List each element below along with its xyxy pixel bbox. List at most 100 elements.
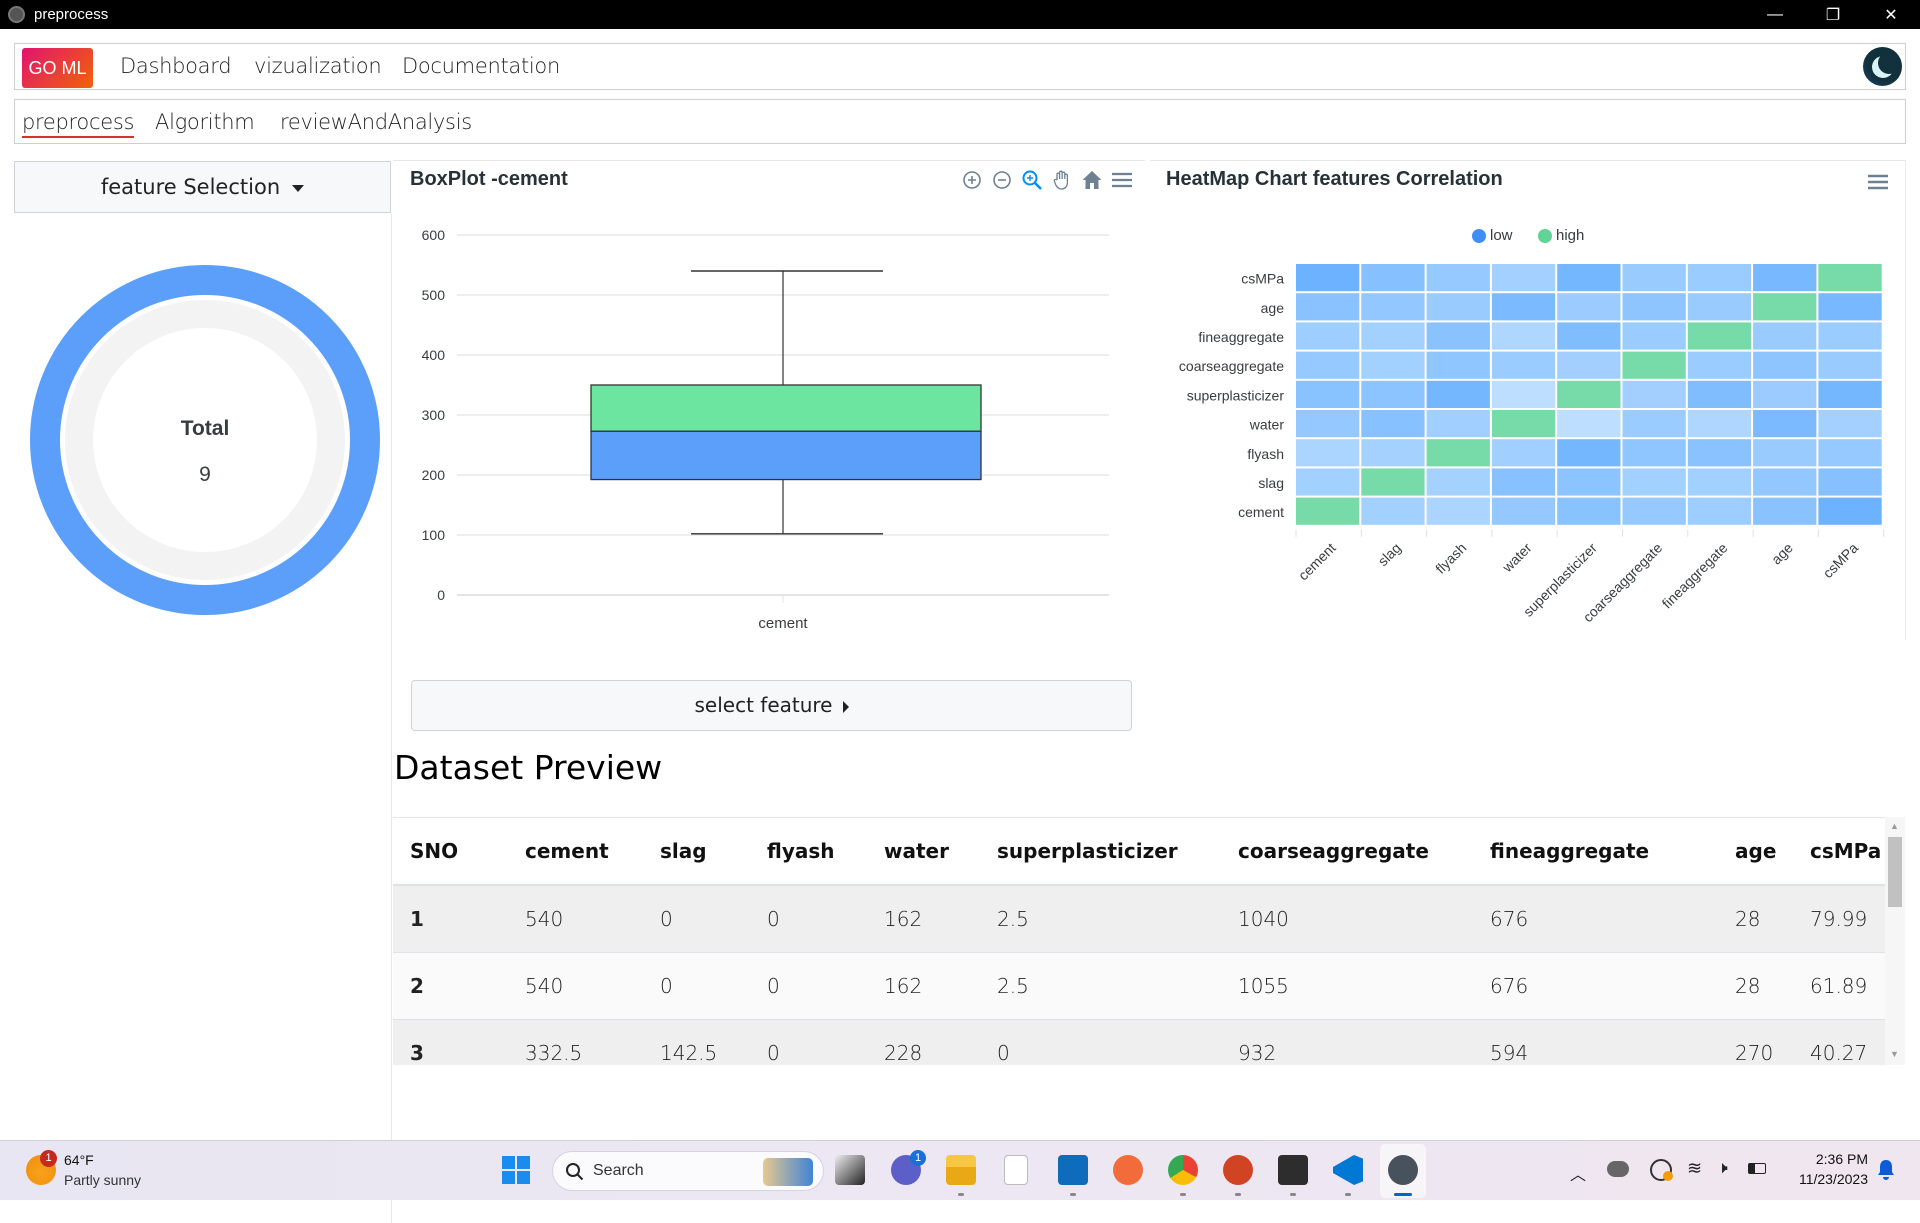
- file-explorer-icon[interactable]: [946, 1155, 976, 1185]
- heatmap-cell: [1687, 264, 1752, 292]
- table-row[interactable]: 2 540 0 0 162 2.5 1055 676 28 61.89: [393, 952, 1885, 1020]
- heatmap-cell: [1557, 351, 1621, 379]
- heatmap-cell: [1818, 264, 1882, 292]
- y-axis-label: coarseaggregate: [1179, 358, 1284, 374]
- search-icon: [566, 1163, 584, 1181]
- column-header-sno[interactable]: SNO: [393, 818, 508, 886]
- home-reset-icon[interactable]: [1080, 168, 1104, 192]
- theme-toggle-button[interactable]: [1863, 47, 1902, 86]
- heatmap-cell: [1426, 322, 1490, 350]
- column-header-slag[interactable]: slag: [643, 818, 750, 886]
- battery-icon[interactable]: [1748, 1163, 1766, 1174]
- heatmap-cell: [1296, 497, 1360, 525]
- table-scrollbar[interactable]: ▲ ▼: [1885, 817, 1905, 1065]
- scroll-down-arrow-icon[interactable]: ▼: [1890, 1049, 1899, 1059]
- heatmap-cell: [1296, 410, 1360, 438]
- powerpoint-icon[interactable]: [1223, 1155, 1253, 1185]
- nav-link-vizualization[interactable]: vizualization: [254, 54, 382, 78]
- heatmap-cell: [1491, 468, 1556, 496]
- scrollbar-thumb[interactable]: [1888, 837, 1902, 907]
- x-axis-label: slag: [1375, 540, 1404, 569]
- onedrive-sync-icon[interactable]: [1607, 1161, 1629, 1177]
- notification-bell-icon[interactable]: [1876, 1158, 1896, 1182]
- heatmap-menu-icon[interactable]: [1866, 170, 1890, 194]
- clock-time[interactable]: 2:36 PM: [1780, 1151, 1868, 1167]
- taskbar-search-box[interactable]: Search: [552, 1151, 824, 1191]
- table-cell-coarseaggregate: 1040: [1221, 885, 1473, 953]
- window-titlebar: preprocess — ❐ ✕: [0, 0, 1920, 29]
- weather-description[interactable]: Partly sunny: [64, 1172, 141, 1188]
- close-button[interactable]: ✕: [1862, 0, 1920, 29]
- column-header-csmpa[interactable]: csMPa: [1793, 818, 1885, 886]
- tab-algorithm[interactable]: Algorithm: [155, 110, 255, 134]
- outlook-icon[interactable]: [1058, 1155, 1088, 1185]
- select-feature-button[interactable]: select feature: [411, 680, 1132, 731]
- terminal-icon[interactable]: [1278, 1155, 1308, 1185]
- y-tick-label: 0: [437, 587, 445, 603]
- heatmap-cell: [1426, 410, 1490, 438]
- column-header-fineaggregate[interactable]: fineaggregate: [1473, 818, 1718, 886]
- heatmap-cell: [1426, 264, 1490, 292]
- zoom-in-icon[interactable]: [960, 168, 984, 192]
- windows-start-icon[interactable]: [501, 1155, 531, 1185]
- table-cell-sno: 2: [393, 952, 508, 1020]
- heatmap-cell: [1361, 293, 1425, 321]
- dataset-preview-heading: Dataset Preview: [394, 748, 663, 787]
- heatmap-cell: [1426, 439, 1490, 467]
- donut-value: 9: [199, 463, 211, 486]
- heatmap-cell: [1622, 380, 1686, 408]
- column-header-flyash[interactable]: flyash: [750, 818, 867, 886]
- heatmap-cell: [1426, 293, 1490, 321]
- column-header-age[interactable]: age: [1718, 818, 1793, 886]
- table-cell-coarseaggregate: 1055: [1221, 952, 1473, 1020]
- vscode-icon[interactable]: [1333, 1155, 1363, 1185]
- volume-icon[interactable]: 🕨: [1717, 1158, 1728, 1178]
- heatmap-cell: [1426, 468, 1490, 496]
- heatmap-cell: [1753, 410, 1817, 438]
- heatmap-cell: [1491, 410, 1556, 438]
- feature-selection-dropdown[interactable]: feature Selection: [14, 161, 391, 213]
- nav-link-dashboard[interactable]: Dashboard: [120, 54, 232, 78]
- notepad-icon[interactable]: [1004, 1155, 1028, 1185]
- table-row[interactable]: 3 332.5 142.5 0 228 0 932 594 270 40.27: [393, 1019, 1885, 1065]
- show-hidden-icons-chevron-icon[interactable]: ︿: [1570, 1161, 1586, 1185]
- task-view-icon[interactable]: [835, 1155, 865, 1185]
- heatmap-cell: [1557, 468, 1621, 496]
- column-header-cement[interactable]: cement: [508, 818, 643, 886]
- minimize-button[interactable]: —: [1746, 0, 1804, 29]
- tab-preprocess[interactable]: preprocess: [22, 110, 134, 138]
- dataset-table-container: SNO cement slag flyash water superplasticizer…: [393, 817, 1905, 1065]
- heatmap-cell: [1818, 439, 1882, 467]
- clock-date[interactable]: 11/23/2023: [1780, 1171, 1868, 1187]
- scroll-up-arrow-icon[interactable]: ▲: [1890, 821, 1899, 831]
- nav-link-documentation[interactable]: Documentation: [402, 54, 560, 78]
- brand-logo[interactable]: GO ML: [22, 48, 93, 88]
- boxplot-title: BoxPlot -cement: [410, 168, 568, 190]
- donut-title: Total: [180, 417, 230, 440]
- electron-app-icon[interactable]: [1388, 1155, 1418, 1185]
- left-panel: feature Selection Total 9: [0, 160, 392, 1223]
- zoom-out-icon[interactable]: [990, 168, 1014, 192]
- caret-right-icon: [842, 700, 849, 713]
- heatmap-cell: [1296, 439, 1360, 467]
- chrome-icon[interactable]: [1168, 1155, 1198, 1185]
- heatmap-cell: [1818, 468, 1882, 496]
- restore-button[interactable]: ❐: [1804, 0, 1862, 29]
- heatmap-cell: [1491, 380, 1556, 408]
- menu-icon[interactable]: [1110, 168, 1134, 192]
- column-header-superplasticizer[interactable]: superplasticizer: [980, 818, 1221, 886]
- heatmap-cell: [1753, 439, 1817, 467]
- tab-review-and-analysis[interactable]: reviewAndAnalysis: [280, 110, 472, 134]
- weather-temperature[interactable]: 64°F: [64, 1152, 94, 1168]
- table-cell-age: 28: [1718, 952, 1793, 1020]
- y-axis-label: superplasticizer: [1187, 387, 1285, 403]
- column-header-coarseaggregate[interactable]: coarseaggregate: [1221, 818, 1473, 886]
- pan-hand-icon[interactable]: [1050, 168, 1074, 192]
- table-row[interactable]: 1 540 0 0 162 2.5 1040 676 28 79.99: [393, 885, 1885, 953]
- wifi-icon[interactable]: ≋: [1687, 1158, 1702, 1179]
- selection-zoom-icon[interactable]: [1020, 168, 1044, 192]
- postman-icon[interactable]: [1113, 1155, 1143, 1185]
- heatmap-cell: [1296, 351, 1360, 379]
- top-navbar: GO ML Dashboard vizualization Documentat…: [14, 43, 1906, 90]
- column-header-water[interactable]: water: [867, 818, 980, 886]
